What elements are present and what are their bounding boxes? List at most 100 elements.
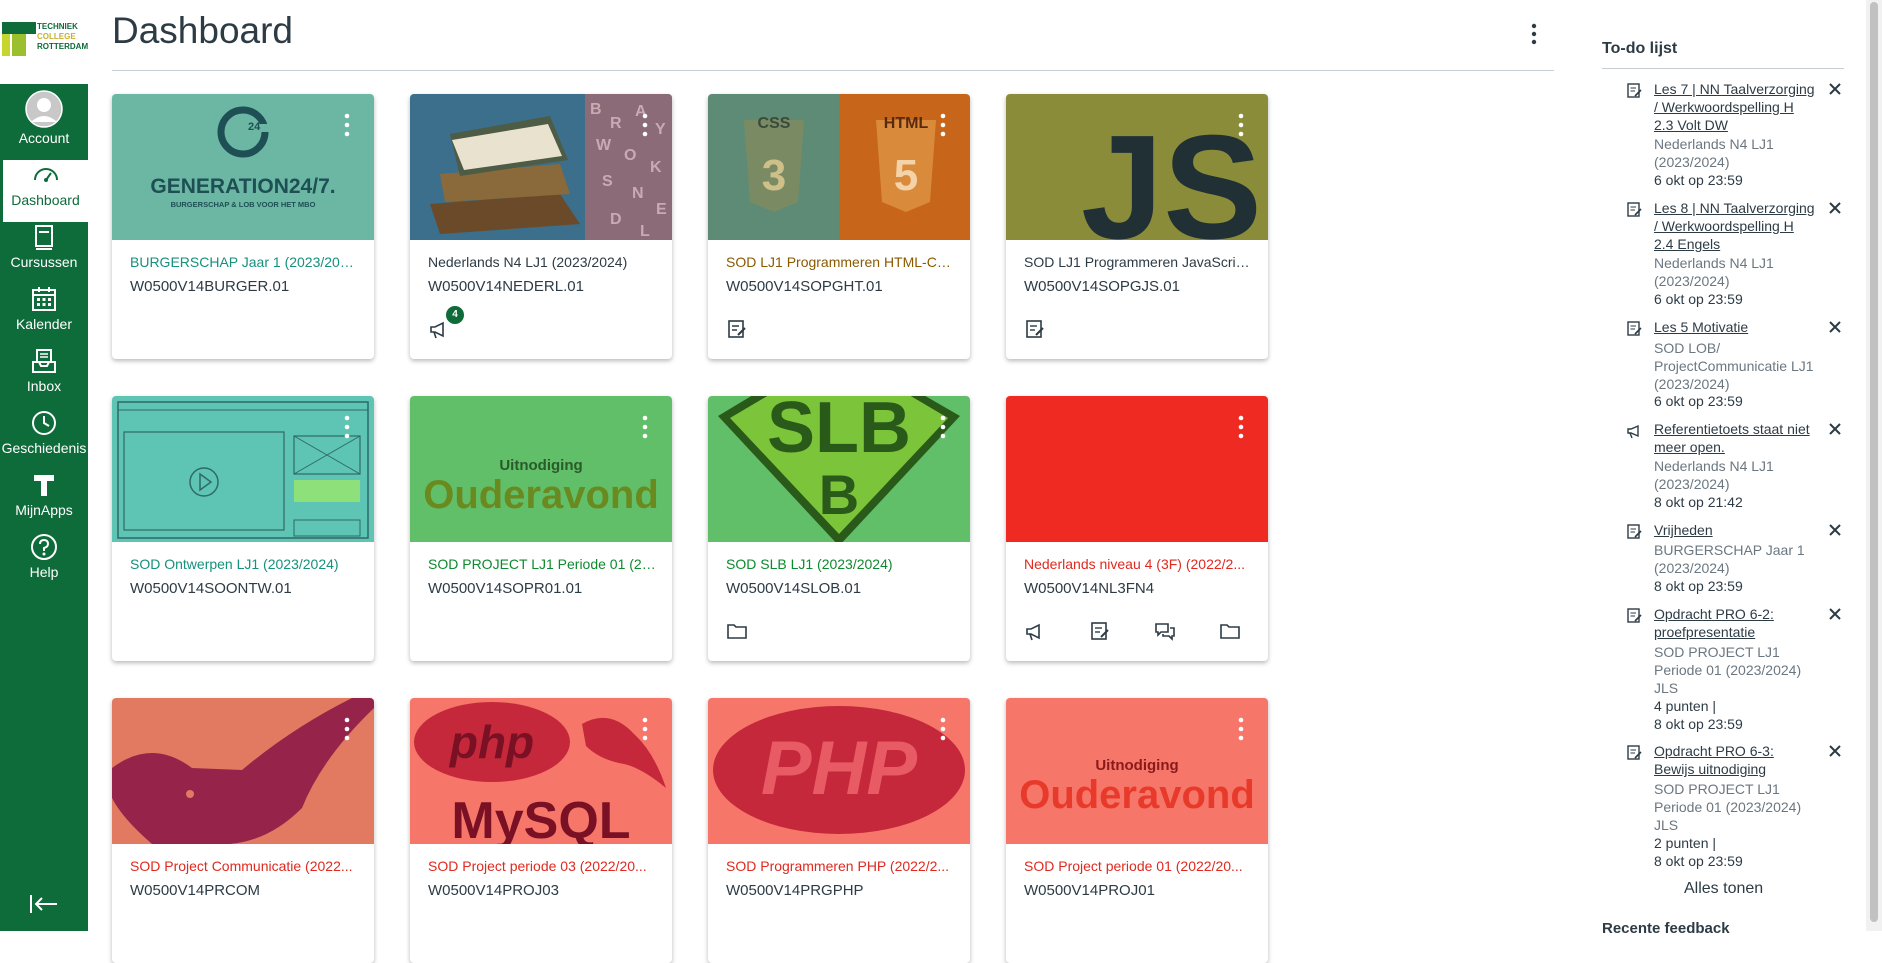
title-divider bbox=[112, 70, 1554, 71]
course-title[interactable]: SOD Project Communicatie (2022... bbox=[130, 858, 360, 874]
card-options-icon[interactable] bbox=[640, 112, 650, 138]
hero-text: GENERATION24/7. bbox=[150, 175, 335, 198]
dashboard-options-icon[interactable] bbox=[1524, 20, 1544, 48]
course-title[interactable]: SOD SLB LJ1 (2023/2024) bbox=[726, 556, 956, 572]
scrollbar-thumb[interactable] bbox=[1870, 2, 1878, 922]
todo-item-title[interactable]: Vrijheden bbox=[1654, 521, 1816, 539]
course-card-image: Uitnodiging Ouderavond bbox=[410, 396, 672, 542]
card-options-icon[interactable] bbox=[938, 112, 948, 138]
todo-item-title[interactable]: Les 8 | NN Taalverzorging / Werkwoordspe… bbox=[1654, 199, 1816, 253]
assignments-button[interactable] bbox=[726, 318, 748, 340]
card-options-icon[interactable] bbox=[938, 716, 948, 742]
card-options-icon[interactable] bbox=[640, 414, 650, 440]
course-code: W0500V14NEDERL.01 bbox=[428, 278, 584, 295]
course-title[interactable]: SOD PROJECT LJ1 Periode 01 (20... bbox=[428, 556, 658, 572]
course-title[interactable]: SOD Programmeren PHP (2022/2... bbox=[726, 858, 956, 874]
close-icon[interactable] bbox=[1828, 320, 1842, 334]
course-card[interactable]: JS SOD LJ1 Programmeren JavaScrip... W05… bbox=[1006, 94, 1268, 359]
files-button[interactable] bbox=[726, 620, 748, 642]
course-actions bbox=[1024, 318, 1089, 342]
todo-item-points: 2 punten | bbox=[1654, 835, 1717, 851]
show-all-link[interactable]: Alles tonen bbox=[1684, 880, 1763, 898]
course-title[interactable]: SOD LJ1 Programmeren JavaScrip... bbox=[1024, 254, 1254, 270]
svg-text:Uitnodiging: Uitnodiging bbox=[1095, 757, 1178, 774]
todo-item-title[interactable]: Les 5 Motivatie bbox=[1654, 318, 1816, 336]
close-icon[interactable] bbox=[1828, 82, 1842, 96]
discussions-button[interactable] bbox=[1154, 620, 1176, 642]
card-options-icon[interactable] bbox=[1236, 414, 1246, 440]
svg-text:O: O bbox=[624, 147, 636, 164]
svg-text:MySQL: MySQL bbox=[451, 792, 630, 844]
course-card[interactable]: Uitnodiging Ouderavond SOD Project perio… bbox=[1006, 698, 1268, 963]
assignments-button[interactable] bbox=[1089, 620, 1111, 642]
nav-geschiedenis[interactable]: Geschiedenis bbox=[0, 408, 88, 470]
nav-help[interactable]: Help bbox=[0, 532, 88, 594]
svg-text:N: N bbox=[632, 185, 644, 202]
course-card[interactable]: CSS 3 HTML 5 SOD LJ1 Programmeren HTML-C… bbox=[708, 94, 970, 359]
course-card[interactable]: php MySQL SOD Project periode 03 (2022/2… bbox=[410, 698, 672, 963]
todo-item-date: 8 okt op 21:42 bbox=[1654, 494, 1743, 510]
course-title[interactable]: BURGERSCHAP Jaar 1 (2023/2024) bbox=[130, 254, 360, 270]
todo-item-date: 8 okt op 23:59 bbox=[1654, 578, 1743, 594]
announcements-button[interactable]: 4 bbox=[428, 306, 464, 340]
nav-kalender[interactable]: Kalender bbox=[0, 284, 88, 346]
course-card[interactable]: Nederlands niveau 4 (3F) (2022/2... W050… bbox=[1006, 396, 1268, 661]
school-logo[interactable]: TECHNIEK COLLEGE ROTTERDAM bbox=[0, 0, 88, 84]
todo-item-title[interactable]: Referentietoets staat niet meer open. bbox=[1654, 420, 1816, 456]
todo-item-title[interactable]: Opdracht PRO 6-3: Bewijs uitnodiging bbox=[1654, 742, 1816, 778]
todo-item: Vrijheden BURGERSCHAP Jaar 1 (2023/2024)… bbox=[1626, 521, 1841, 596]
todo-item-date: 6 okt op 23:59 bbox=[1654, 393, 1743, 409]
course-title[interactable]: SOD Ontwerpen LJ1 (2023/2024) bbox=[130, 556, 360, 572]
nav-cursussen[interactable]: Cursussen bbox=[0, 222, 88, 284]
close-icon[interactable] bbox=[1828, 201, 1842, 215]
svg-text:L: L bbox=[640, 223, 650, 240]
course-code: W0500V14SLOB.01 bbox=[726, 580, 862, 597]
course-card[interactable]: SOD Ontwerpen LJ1 (2023/2024) W0500V14SO… bbox=[112, 396, 374, 661]
assignment-icon bbox=[1627, 83, 1642, 98]
card-options-icon[interactable] bbox=[1236, 112, 1246, 138]
svg-text:PHP: PHP bbox=[761, 726, 918, 811]
course-title[interactable]: Nederlands N4 LJ1 (2023/2024) bbox=[428, 254, 658, 270]
card-options-icon[interactable] bbox=[342, 716, 352, 742]
course-card[interactable]: BRAY WOKS NEDL Nederlands N4 LJ1 (2023/2… bbox=[410, 94, 672, 359]
card-options-icon[interactable] bbox=[342, 112, 352, 138]
nav-inbox[interactable]: Inbox bbox=[0, 346, 88, 408]
course-title[interactable]: Nederlands niveau 4 (3F) (2022/2... bbox=[1024, 556, 1254, 572]
announcements-button[interactable] bbox=[1024, 620, 1046, 642]
close-icon[interactable] bbox=[1828, 744, 1842, 758]
todo-item-title[interactable]: Opdracht PRO 6-2: proefpresentatie bbox=[1654, 605, 1816, 641]
assignments-button[interactable] bbox=[1024, 318, 1046, 340]
card-options-icon[interactable] bbox=[1236, 716, 1246, 742]
card-options-icon[interactable] bbox=[342, 414, 352, 440]
course-title[interactable]: SOD LJ1 Programmeren HTML-CS... bbox=[726, 254, 956, 270]
svg-text:S: S bbox=[602, 173, 613, 190]
course-card[interactable]: SOD Project Communicatie (2022... W0500V… bbox=[112, 698, 374, 963]
nav-dashboard[interactable]: Dashboard bbox=[0, 160, 88, 222]
course-title[interactable]: SOD Project periode 03 (2022/20... bbox=[428, 858, 658, 874]
assignment-icon bbox=[1627, 524, 1642, 539]
page-scrollbar[interactable] bbox=[1866, 0, 1882, 931]
course-card[interactable]: Uitnodiging Ouderavond SOD PROJECT LJ1 P… bbox=[410, 396, 672, 661]
nav-mijnapps[interactable]: MijnApps bbox=[0, 470, 88, 532]
course-card[interactable]: PHP SOD Programmeren PHP (2022/2... W050… bbox=[708, 698, 970, 963]
nav-geschiedenis-label: Geschiedenis bbox=[1, 440, 87, 456]
course-card[interactable]: SLB B SOD SLB LJ1 (2023/2024) W0500V14SL… bbox=[708, 396, 970, 661]
todo-item-points: 4 punten | bbox=[1654, 698, 1717, 714]
nav-account[interactable]: Account bbox=[0, 90, 88, 152]
close-icon[interactable] bbox=[1828, 523, 1842, 537]
course-card-image bbox=[1006, 396, 1268, 542]
nav-help-label: Help bbox=[29, 564, 59, 580]
card-options-icon[interactable] bbox=[938, 414, 948, 440]
close-icon[interactable] bbox=[1828, 422, 1842, 436]
course-title[interactable]: SOD Project periode 01 (2022/20... bbox=[1024, 858, 1254, 874]
collapse-nav-icon[interactable] bbox=[28, 892, 60, 916]
course-card[interactable]: 24 GENERATION24/7. BURGERSCHAP & LOB VOO… bbox=[112, 94, 374, 359]
card-options-icon[interactable] bbox=[640, 716, 650, 742]
close-icon[interactable] bbox=[1828, 607, 1842, 621]
nav-kalender-label: Kalender bbox=[15, 316, 73, 332]
assignment-icon bbox=[1627, 321, 1642, 336]
todo-item-course: Nederlands N4 LJ1 (2023/2024) bbox=[1654, 458, 1774, 492]
todo-item-title[interactable]: Les 7 | NN Taalverzorging / Werkwoordspe… bbox=[1654, 80, 1816, 134]
files-button[interactable] bbox=[1219, 620, 1241, 642]
course-card-image: PHP bbox=[708, 698, 970, 844]
